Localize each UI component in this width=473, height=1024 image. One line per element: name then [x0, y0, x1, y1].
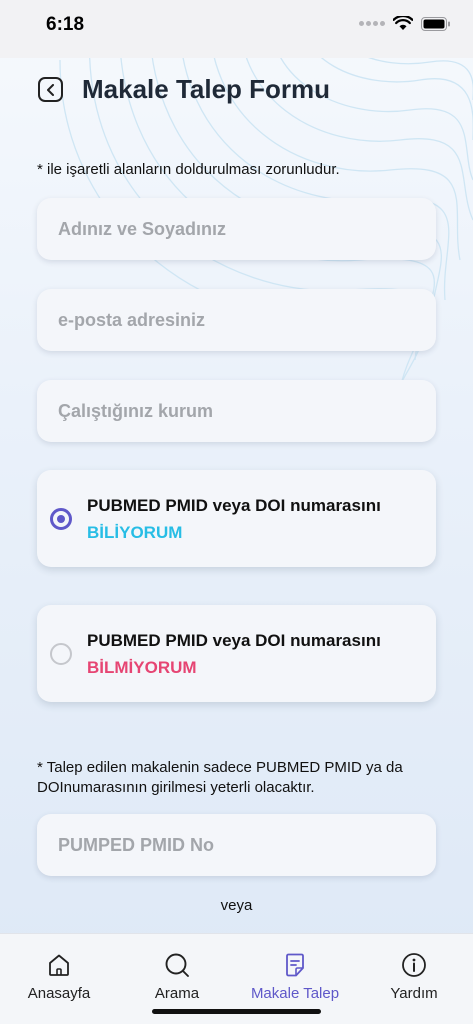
option-choice-know: BİLİYORUM: [87, 523, 183, 542]
status-time: 6:18: [46, 14, 85, 35]
email-input[interactable]: [37, 289, 436, 351]
option-choice-dont-know: BİLMİYORUM: [87, 658, 197, 677]
back-button[interactable]: [38, 77, 63, 102]
tab-label: Anasayfa: [27, 985, 91, 1002]
document-icon: [286, 953, 304, 977]
institution-field-container: [37, 380, 436, 442]
status-icons: [359, 16, 451, 31]
pmid-field-container: [37, 814, 436, 876]
option-title: PUBMED PMID veya DOI numarasını: [87, 496, 381, 515]
battery-icon: [421, 16, 450, 31]
or-separator: veya: [220, 897, 253, 914]
page-title: Makale Talep Formu: [82, 74, 331, 104]
tab-help[interactable]: Yardım: [355, 934, 473, 1024]
option-dont-know-pmid[interactable]: PUBMED PMID veya DOI numarasını BİLMİYOR…: [37, 605, 436, 702]
page-header: Makale Talep Formu: [38, 74, 330, 105]
home-indicator: [152, 1009, 321, 1014]
pmid-input[interactable]: [37, 814, 436, 876]
tab-label: Yardım: [390, 985, 438, 1002]
search-icon: [165, 953, 189, 977]
home-icon: [49, 954, 69, 976]
name-field-container: [37, 198, 436, 260]
signal-icon: [359, 21, 385, 26]
tab-label: Arama: [154, 985, 200, 1002]
tab-label: Makale Talep: [250, 985, 340, 1002]
info-icon: [402, 953, 426, 977]
required-fields-note: * ile işaretli alanların doldurulması zo…: [37, 161, 340, 178]
radio-unselected-icon[interactable]: [50, 643, 72, 665]
email-field-container: [37, 289, 436, 351]
institution-input[interactable]: [37, 380, 436, 442]
option-title: PUBMED PMID veya DOI numarasını: [87, 631, 381, 650]
radio-selected-icon[interactable]: [50, 508, 72, 530]
chevron-left-icon: [46, 83, 54, 96]
tab-home[interactable]: Anasayfa: [0, 934, 118, 1024]
name-input[interactable]: [37, 198, 436, 260]
option-know-pmid[interactable]: PUBMED PMID veya DOI numarasını BİLİYORU…: [37, 470, 436, 567]
wifi-icon: [393, 16, 413, 30]
status-bar: 6:18: [0, 0, 473, 58]
pmid-note: * Talep edilen makalenin sadece PUBMED P…: [37, 759, 403, 796]
